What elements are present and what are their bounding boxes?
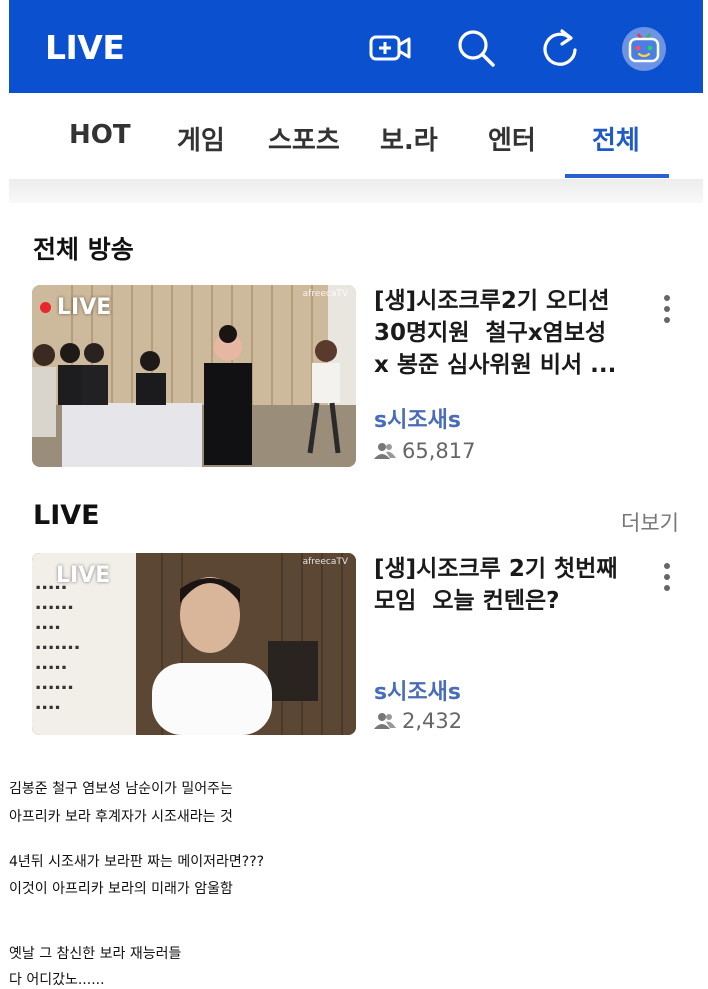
tab-sports[interactable]: 스포츠 <box>268 120 340 157</box>
more-options-icon[interactable] <box>662 295 672 329</box>
chat-overlay-row: ▪ ▪ ▪ ▪ ▪ <box>36 663 67 671</box>
broadcast-card[interactable]: LIVE afreecaTV [생]시조크루2기 오디션 30명지원 철구x염보… <box>32 285 692 471</box>
chat-overlay-row: ▪ ▪ ▪ ▪ <box>36 703 60 711</box>
app-screen: LIVE HOT 게임 스포츠 보.라 엔터 전체 전체 방송 LIVE afr… <box>9 0 703 750</box>
divider-band <box>9 179 703 203</box>
profile-tv-icon[interactable] <box>621 25 667 71</box>
refresh-icon[interactable] <box>537 25 583 71</box>
chat-overlay-row: ▪ ▪ ▪ ▪ ▪ ▪ <box>36 683 73 691</box>
chat-overlay-row: ▪ ▪ ▪ ▪ ▪ ▪ ▪ <box>36 643 80 651</box>
channel-name[interactable]: s시조새s <box>374 674 461 706</box>
stream-thumbnail[interactable]: ▪ ▪ ▪ ▪ ▪ ▪ ▪ ▪ ▪ ▪ ▪ ▪ ▪ ▪ ▪ ▪ ▪ ▪ ▪ ▪ … <box>32 553 356 735</box>
chat-overlay-row: ▪ ▪ ▪ ▪ <box>36 623 60 631</box>
stream-thumbnail[interactable]: LIVE afreecaTV <box>32 285 356 467</box>
viewers-icon <box>374 713 396 729</box>
broadcast-title[interactable]: [생]시조크루 2기 첫번째 모임 오늘 컨텐은? <box>374 553 639 617</box>
more-link[interactable]: 더보기 <box>621 507 679 537</box>
post-text-line: 이것이 아프리카 보라의 미래가 암울함 <box>9 881 233 897</box>
active-tab-indicator <box>565 174 669 178</box>
live-badge: LIVE <box>56 563 110 588</box>
post-text-line: 4년뒤 시조새가 보라판 짜는 메이저라면??? <box>9 854 265 870</box>
post-text-line: 옛날 그 참신한 보라 재능러들 <box>9 946 182 962</box>
viewers-icon <box>374 443 396 459</box>
watermark: afreecaTV <box>302 289 348 299</box>
broadcast-card[interactable]: ▪ ▪ ▪ ▪ ▪ ▪ ▪ ▪ ▪ ▪ ▪ ▪ ▪ ▪ ▪ ▪ ▪ ▪ ▪ ▪ … <box>32 553 692 739</box>
post-text-line: 아프리카 보라 후계자가 시조새라는 것 <box>9 809 233 825</box>
live-badge: LIVE <box>40 295 111 320</box>
tab-all[interactable]: 전체 <box>592 120 640 157</box>
viewer-count: 65,817 <box>374 439 475 463</box>
viewer-count-value: 2,432 <box>402 709 463 733</box>
category-tabs: HOT 게임 스포츠 보.라 엔터 전체 <box>9 93 703 179</box>
section-title-all: 전체 방송 <box>33 235 134 264</box>
live-badge-label: LIVE <box>57 295 112 320</box>
viewer-count-value: 65,817 <box>402 439 476 463</box>
tab-game[interactable]: 게임 <box>177 120 225 157</box>
post-text-line: 김봉준 철구 염보성 남순이가 밀어주는 <box>9 781 233 797</box>
watermark: afreecaTV <box>302 557 348 567</box>
section-title-live: LIVE <box>33 500 100 531</box>
more-options-icon[interactable] <box>662 563 672 597</box>
chat-overlay-row: ▪ ▪ ▪ ▪ ▪ ▪ <box>36 603 73 611</box>
viewer-count: 2,432 <box>374 709 462 733</box>
app-logo[interactable]: LIVE <box>45 28 125 67</box>
search-icon[interactable] <box>453 25 499 71</box>
tab-hot[interactable]: HOT <box>69 120 131 150</box>
tab-bora[interactable]: 보.라 <box>380 120 438 157</box>
video-add-icon[interactable] <box>367 25 413 71</box>
channel-name[interactable]: s시조새s <box>374 402 461 434</box>
live-dot-icon <box>40 302 51 313</box>
broadcast-title[interactable]: [생]시조크루2기 오디션 30명지원 철구x염보성 x 봉준 심사위원 비서 … <box>374 285 639 381</box>
live-badge-label: LIVE <box>56 563 111 588</box>
top-bar: LIVE <box>9 0 703 93</box>
post-text-line: 다 어디갔노...... <box>9 972 105 988</box>
tab-entertainment[interactable]: 엔터 <box>488 120 536 157</box>
